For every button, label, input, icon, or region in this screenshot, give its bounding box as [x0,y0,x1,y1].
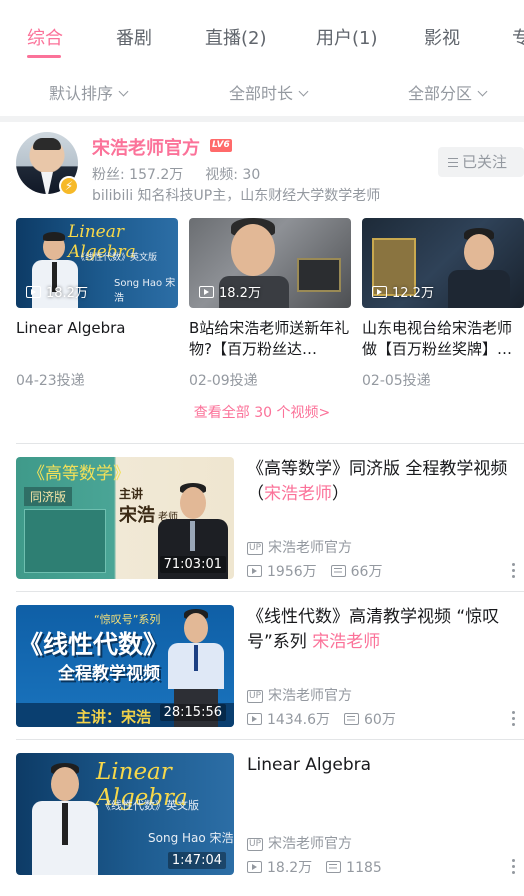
video-stats: 18.2万 1185 [247,857,382,877]
video-date: 02-05投递 [362,373,431,389]
video-stats: 1434.6万 60万 [247,709,396,729]
danmaku-count: 60万 [364,712,396,728]
tab-live[interactable]: 直播(2) [205,24,267,50]
menu-icon [448,158,458,167]
active-tab-indicator [27,55,61,58]
zone-filter[interactable]: 全部分区 [408,80,488,104]
up-icon: UP [247,838,264,851]
zone-filter-label: 全部分区 [408,84,473,103]
plaque-image [297,258,341,292]
video-thumbnail[interactable]: 12.2万 [362,218,524,308]
duration-filter-label: 全部时长 [229,84,294,103]
video-uploader[interactable]: UP 宋浩老师官方 [247,833,352,853]
play-icon [247,861,262,873]
video-uploader[interactable]: UP 宋浩老师官方 [247,685,352,705]
video-thumbnail[interactable]: Linear Algebra 《线性代数》英文版 Song Hao 宋浩 18.… [16,218,178,308]
video-list-item[interactable]: “惊叹号”系列 《线性代数》 全程教学视频 主讲：宋浩 28:15:56 《线性… [0,591,524,729]
danmaku-icon [344,713,359,725]
person-figure [30,761,100,875]
danmaku-icon [326,861,342,873]
chevron-down-icon [477,86,488,97]
tab-all[interactable]: 综合 [27,24,63,50]
video-uploader[interactable]: UP 宋浩老师官方 [247,537,352,557]
video-thumbnail[interactable]: 《高等数学》 同济版 主讲 宋浩 老师 71:03:01 [16,457,234,579]
thumbnail-author: Song Hao 宋浩 [114,278,176,304]
textbook-image [24,509,106,573]
video-stats: 1956万 66万 [247,561,382,581]
user-video-card[interactable]: 12.2万 山东电视台给宋浩老师做【百万粉丝奖牌】… 02-05投递 [362,218,524,390]
video-title[interactable]: Linear Algebra [247,753,517,778]
play-count: 1956万 [267,564,317,580]
person-figure [444,224,514,308]
more-options-icon[interactable] [512,563,516,581]
tab-column[interactable]: 专 [512,24,524,50]
thumbnail-subtitle: 《线性代数》英文版 [76,253,158,263]
video-title[interactable]: 《线性代数》高清教学视频 “惊叹号”系列 宋浩老师 [247,605,517,655]
play-icon [247,565,262,577]
video-duration: 71:03:01 [159,556,226,573]
danmaku-count: 1185 [346,860,382,876]
play-icon [247,713,262,725]
video-thumbnail[interactable]: Linear Algebra 《线性代数》英文版 Song Hao 宋浩 1:4… [16,753,234,875]
view-count: 18.2万 [199,282,261,301]
tab-bangumi[interactable]: 番剧 [116,24,152,50]
user-name[interactable]: 宋浩老师官方 [92,134,200,160]
tab-users[interactable]: 用户(1) [316,24,378,50]
fans-count: 粉丝: 157.2万 [92,167,184,183]
play-icon [372,286,387,298]
chevron-down-icon [298,86,309,97]
tab-film[interactable]: 影视 [424,24,460,50]
thumbnail-subtitle: 全程教学视频 [58,664,160,684]
video-list-item[interactable]: 《高等数学》 同济版 主讲 宋浩 老师 71:03:01 《高等数学》同济版 全… [0,443,524,581]
play-icon [199,286,214,298]
user-video-card[interactable]: Linear Algebra 《线性代数》英文版 Song Hao 宋浩 18.… [16,218,178,390]
sort-filter-label: 默认排序 [49,84,114,103]
video-date: 04-23投递 [16,373,85,389]
level-badge: LV6 [210,139,232,152]
danmaku-count: 66万 [350,564,383,580]
video-date: 02-09投递 [189,373,258,389]
follow-button[interactable]: 已关注 [438,147,524,177]
thumbnail-book-title: 《线性代数》 [18,630,169,659]
verified-icon: ⚡ [59,176,79,196]
video-title[interactable]: 山东电视台给宋浩老师做【百万粉丝奖牌】… [362,318,524,360]
user-stats: 粉丝: 157.2万 视频: 30 [92,164,260,184]
duration-filter[interactable]: 全部时长 [229,80,309,104]
up-icon: UP [247,690,264,703]
thumbnail-name: 宋浩 [119,505,155,526]
user-description: bilibili 知名科技UP主，山东财经大学数学老师 [92,188,381,204]
chevron-down-icon [118,86,129,97]
more-options-icon[interactable] [512,859,516,877]
video-title[interactable]: B站给宋浩老师送新年礼物?【百万粉丝达… [189,318,351,360]
thumbnail-lecturer: 主讲 [119,487,144,501]
thumbnail-book-title: 《高等数学》 [28,464,130,484]
user-video-card[interactable]: 18.2万 B站给宋浩老师送新年礼物?【百万粉丝达… 02-09投递 [189,218,351,390]
view-all-videos-link[interactable]: 查看全部 30 个视频> [0,402,524,422]
video-title[interactable]: Linear Algebra [16,318,178,360]
filter-bar: 默认排序 全部时长 全部分区 [0,62,524,116]
view-count: 12.2万 [372,282,434,301]
sort-filter[interactable]: 默认排序 [49,80,129,104]
search-tab-bar: 综合 番剧 直播(2) 用户(1) 影视 专 [0,0,524,62]
view-count: 18.2万 [26,282,88,301]
video-thumbnail[interactable]: 18.2万 [189,218,351,308]
user-card[interactable]: ⚡ 宋浩老师官方 LV6 粉丝: 157.2万 视频: 30 bilibili 知… [0,122,524,442]
video-thumbnail[interactable]: “惊叹号”系列 《线性代数》 全程教学视频 主讲：宋浩 28:15:56 [16,605,234,727]
thumbnail-edition: 同济版 [24,487,73,506]
video-duration: 28:15:56 [159,704,226,721]
up-icon: UP [247,542,264,555]
video-title[interactable]: 《高等数学》同济版 全程教学视频（宋浩老师） [247,457,517,507]
thumbnail-subtitle: 《线性代数》英文版 [100,799,199,812]
danmaku-icon [330,565,346,577]
video-duration: 1:47:04 [167,852,226,869]
play-count: 1434.6万 [267,712,330,728]
play-icon [26,286,41,298]
more-options-icon[interactable] [512,711,516,729]
play-count: 18.2万 [267,860,313,876]
thumbnail-author: Song Hao 宋浩 [148,831,234,845]
follow-button-label: 已关注 [462,153,508,171]
thumbnail-lecturer: 主讲：宋浩 [76,708,152,726]
video-count: 视频: 30 [205,167,261,183]
video-list-item[interactable]: Linear Algebra 《线性代数》英文版 Song Hao 宋浩 1:4… [0,739,524,877]
